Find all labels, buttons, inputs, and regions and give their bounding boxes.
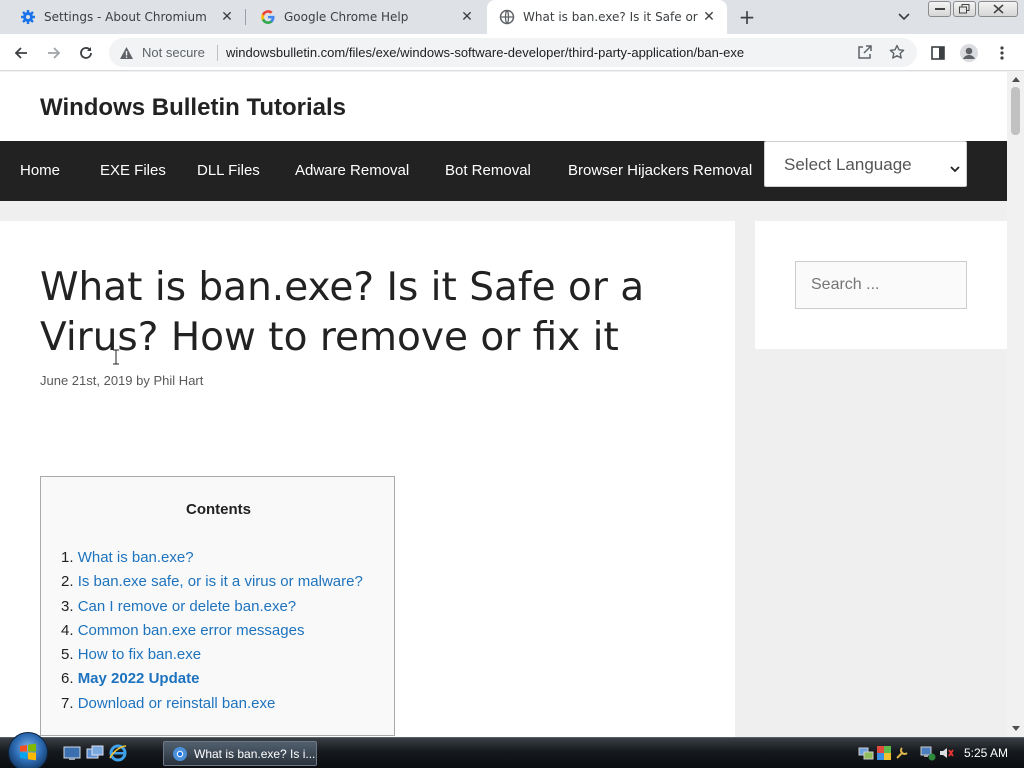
forward-arrow-icon[interactable] [44, 43, 64, 63]
close-icon[interactable]: ✕ [701, 9, 717, 25]
article-date[interactable]: June 21st, 2019 [40, 373, 133, 388]
toc-item: 3. Can I remove or delete ban.exe? [61, 598, 296, 615]
article-meta: June 21st, 2019 by Phil Hart [40, 373, 203, 388]
security-center-icon[interactable] [876, 745, 892, 761]
system-tray: 5:25 AM [852, 738, 1024, 768]
chevron-down-icon[interactable] [896, 9, 912, 25]
taskbar-clock[interactable]: 5:25 AM [964, 746, 1008, 760]
toc-number: 1. [61, 549, 74, 566]
url-text[interactable]: windowsbulletin.com/files/exe/windows-so… [226, 45, 744, 60]
windows-logo-icon [20, 743, 36, 761]
toc-link[interactable]: What is ban.exe? [78, 549, 194, 566]
internet-explorer-icon[interactable] [109, 744, 127, 762]
security-status[interactable]: Not secure [142, 45, 205, 60]
toc-item: 2. Is ban.exe safe, or is it a virus or … [61, 573, 363, 590]
profile-avatar-icon[interactable] [959, 43, 979, 63]
site-header: Windows Bulletin Tutorials [0, 72, 1007, 141]
minimize-button[interactable] [928, 1, 951, 17]
toc-number: 7. [61, 695, 74, 712]
chromium-icon [172, 746, 188, 762]
language-select-value: Select Language [784, 155, 912, 174]
article-author[interactable]: Phil Hart [154, 373, 204, 388]
network-tray-icon[interactable] [858, 745, 874, 761]
scroll-down-icon[interactable] [1011, 724, 1020, 733]
globe-icon [499, 9, 515, 25]
chevron-down-icon [950, 158, 960, 177]
bookmark-star-icon[interactable] [889, 44, 905, 64]
toc-number: 3. [61, 598, 74, 615]
share-icon[interactable] [857, 44, 873, 64]
toc-number: 4. [61, 622, 74, 639]
toc-number: 2. [61, 573, 74, 590]
toc-link[interactable]: How to fix ban.exe [78, 646, 201, 663]
main-navigation: Home EXE Files DLL Files Adware Removal … [0, 141, 1007, 201]
tab-title: Google Chrome Help [284, 10, 409, 24]
toc-item: 6. May 2022 Update [61, 670, 199, 687]
volume-muted-icon[interactable] [938, 745, 954, 761]
toc-heading: Contents [186, 501, 251, 518]
language-select[interactable]: Select Language [764, 141, 967, 187]
text-cursor-icon [112, 349, 120, 369]
nav-exe-files[interactable]: EXE Files [100, 162, 166, 179]
reload-icon[interactable] [76, 43, 96, 63]
close-icon[interactable]: ✕ [459, 9, 475, 25]
search-input[interactable]: Search ... [795, 261, 967, 309]
article-content: What is ban.exe? Is it Safe or a Virus? … [0, 221, 735, 737]
restore-button[interactable] [953, 1, 976, 17]
scrollbar-thumb[interactable] [1011, 87, 1020, 135]
close-icon[interactable]: ✕ [219, 9, 235, 25]
toc-item: 5. How to fix ban.exe [61, 646, 201, 663]
toc-link[interactable]: Download or reinstall ban.exe [78, 695, 276, 712]
taskbar-window-label: What is ban.exe? Is i... [194, 746, 316, 761]
nav-adware-removal[interactable]: Adware Removal [295, 162, 409, 179]
table-of-contents: Contents 1. What is ban.exe? 2. Is ban.e… [40, 476, 395, 736]
tab-settings[interactable]: Settings - About Chromium ✕ [0, 0, 245, 34]
nav-home[interactable]: Home [20, 162, 60, 179]
switch-windows-icon[interactable] [86, 744, 104, 762]
scroll-up-icon[interactable] [1011, 75, 1020, 84]
toc-number: 5. [61, 646, 74, 663]
tools-tray-icon[interactable] [894, 745, 910, 761]
browser-toolbar: Not secure windowsbulletin.com/files/exe… [0, 34, 1024, 71]
toc-link[interactable]: May 2022 Update [78, 670, 200, 687]
nav-bot-removal[interactable]: Bot Removal [445, 162, 531, 179]
side-panel-icon[interactable] [928, 43, 948, 63]
gear-icon [20, 9, 36, 25]
start-button[interactable] [8, 732, 48, 768]
tab-title: Settings - About Chromium [44, 10, 207, 24]
byline-by: by [136, 373, 150, 388]
sidebar: Search ... [755, 221, 1007, 349]
tab-chrome-help[interactable]: Google Chrome Help ✕ [240, 0, 485, 34]
address-bar[interactable]: Not secure windowsbulletin.com/files/exe… [109, 38, 917, 67]
google-icon [260, 9, 276, 25]
site-title[interactable]: Windows Bulletin Tutorials [40, 94, 346, 122]
search-placeholder: Search ... [811, 276, 880, 293]
nav-browser-hijackers-removal[interactable]: Browser Hijackers Removal [568, 162, 752, 179]
network-status-icon[interactable] [920, 745, 936, 761]
toc-item: 7. Download or reinstall ban.exe [61, 695, 275, 712]
taskbar: What is ban.exe? Is i... 5:25 AM [0, 732, 1024, 768]
divider [217, 45, 218, 61]
nav-dll-files[interactable]: DLL Files [197, 162, 260, 179]
warning-icon[interactable] [119, 45, 134, 64]
toc-item: 1. What is ban.exe? [61, 549, 194, 566]
taskbar-window-button[interactable]: What is ban.exe? Is i... [163, 741, 317, 766]
toc-link[interactable]: Can I remove or delete ban.exe? [78, 598, 296, 615]
page-viewport: Windows Bulletin Tutorials Home EXE File… [0, 72, 1007, 737]
toc-number: 6. [61, 670, 74, 687]
toc-link[interactable]: Common ban.exe error messages [78, 622, 305, 639]
article-title: What is ban.exe? Is it Safe or a Virus? … [40, 265, 645, 360]
show-desktop-icon[interactable] [63, 744, 81, 762]
toc-link[interactable]: Is ban.exe safe, or is it a virus or mal… [78, 573, 363, 590]
tab-title: What is ban.exe? Is it Safe or a Vi [523, 10, 701, 24]
close-window-button[interactable] [978, 1, 1018, 17]
back-arrow-icon[interactable] [11, 43, 31, 63]
page-scrollbar[interactable] [1007, 72, 1024, 737]
menu-dots-icon[interactable] [992, 43, 1012, 63]
tab-strip: Settings - About Chromium ✕ Google Chrom… [0, 0, 1024, 34]
toc-item: 4. Common ban.exe error messages [61, 622, 304, 639]
tab-ban-exe[interactable]: What is ban.exe? Is it Safe or a Vi ✕ [487, 0, 727, 34]
new-tab-button[interactable]: + [737, 5, 757, 29]
